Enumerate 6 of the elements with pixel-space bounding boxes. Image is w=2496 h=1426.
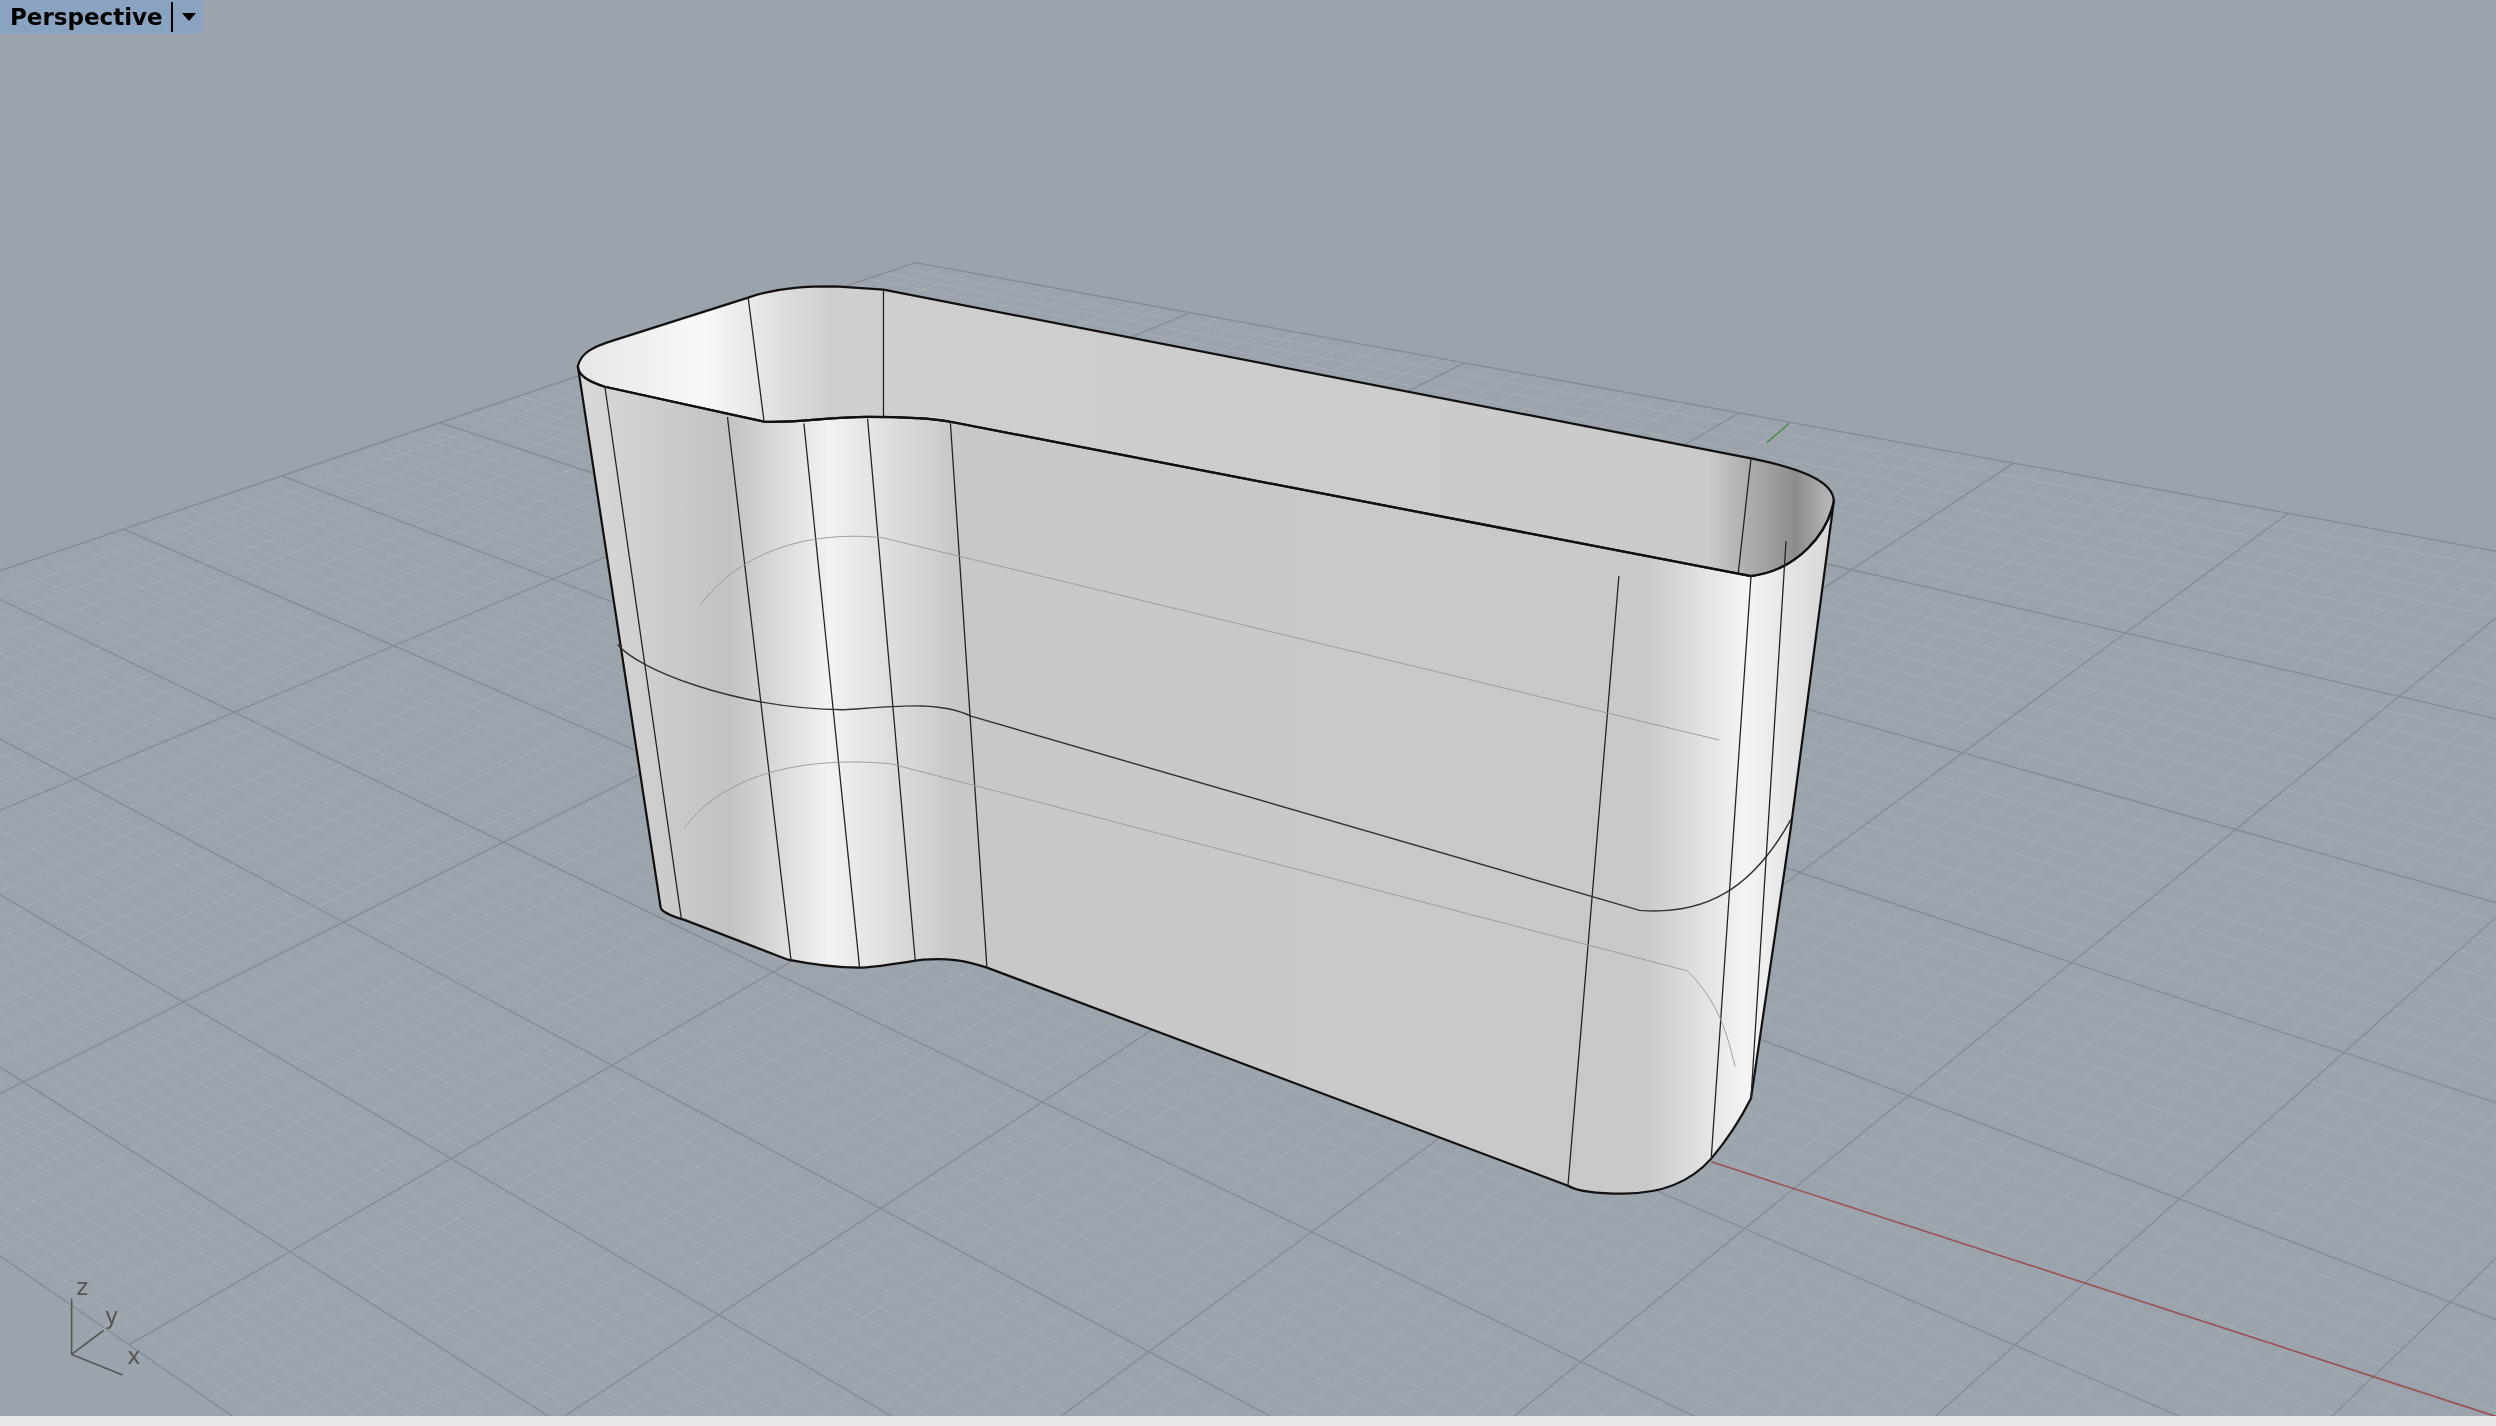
axis-label: x	[127, 1342, 141, 1369]
caret-icon[interactable]	[180, 12, 197, 22]
axes-icon	[70, 1297, 124, 1376]
axis-label: y	[105, 1303, 119, 1330]
axis-label: z	[76, 1274, 89, 1301]
viewport-tab[interactable]: Perspective	[0, 0, 203, 34]
